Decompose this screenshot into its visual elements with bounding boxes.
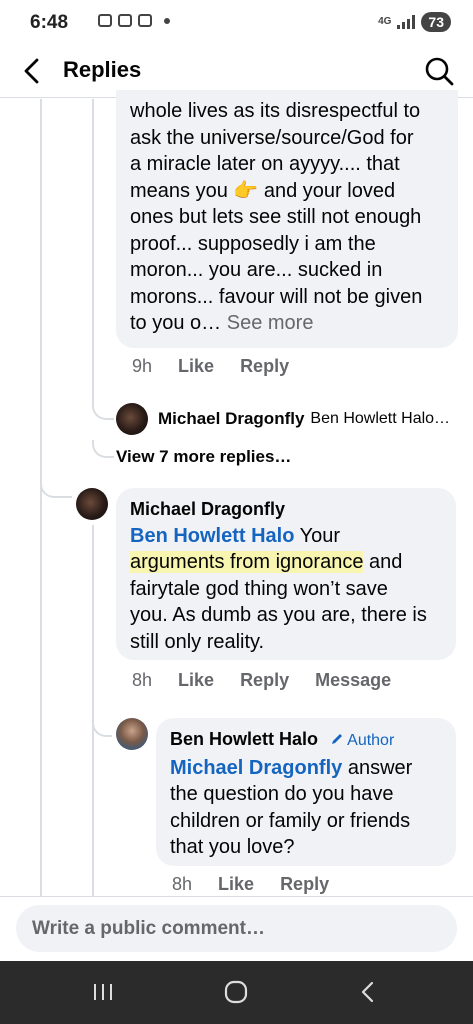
like-button[interactable]: Like [178, 670, 214, 691]
avatar[interactable] [116, 718, 148, 750]
notification-icons [98, 14, 170, 27]
emoji: 👉 [233, 179, 259, 202]
comment-line: moron... you are... sucked in [130, 259, 383, 281]
comment-author[interactable]: Michael Dragonfly [130, 497, 285, 521]
comment-actions: 9h Like Reply [132, 356, 289, 377]
comment-line: to you o… See more [130, 312, 314, 334]
message-button[interactable]: Message [315, 670, 391, 691]
comment-line: Ben Howlett Halo Your [130, 524, 341, 547]
comment-time: 8h [172, 874, 193, 894]
comment-line: fairytale god thing won’t save [130, 577, 388, 600]
comment-line: that you love? [170, 836, 295, 858]
comment-line: whole lives as its disrespectful to [130, 100, 421, 122]
thread-connector [92, 440, 114, 458]
battery-indicator: 73 [421, 12, 451, 32]
comment-line: the question do you have [170, 783, 394, 805]
comment-time: 9h [132, 356, 153, 376]
page-title: Replies [63, 57, 142, 82]
mention-link[interactable]: Michael Dragonfly [170, 757, 342, 779]
screenshot-icon [98, 14, 112, 27]
status-bar: 6:48 4G 73 [0, 0, 473, 46]
comment-line: children or family or friends [170, 809, 411, 832]
reply-preview[interactable]: Michael Dragonfly Ben Howlett Halo… [116, 403, 450, 435]
like-button[interactable]: Like [218, 874, 254, 895]
more-dot-icon [164, 17, 170, 24]
comment-line: proof... supposedly i am the [130, 232, 376, 255]
comment-line: arguments from ignorance and [130, 551, 403, 573]
thread-line [40, 99, 42, 896]
comment-line: you. As dumb as you are, there is [130, 604, 427, 626]
comment-line: means you 👉 and your loved [130, 179, 396, 202]
comment-input[interactable] [16, 905, 457, 952]
author-badge: Author [330, 732, 394, 749]
reply-snippet: Ben Howlett Halo… [310, 410, 451, 427]
status-time: 6:48 [30, 12, 69, 33]
like-button[interactable]: Like [178, 356, 214, 377]
avatar[interactable] [116, 403, 148, 435]
comment-actions: 8h Like Reply Message [132, 670, 391, 691]
comment-line: Michael Dragonfly answer [170, 756, 413, 779]
comment-actions: 8h Like Reply [172, 874, 329, 895]
pencil-icon [331, 734, 342, 744]
recents-icon[interactable] [88, 977, 118, 1007]
network-type: 4G [378, 16, 392, 27]
comment-header: Ben Howlett Halo Author [170, 726, 442, 755]
reply-button[interactable]: Reply [240, 356, 289, 377]
signal-icon [397, 15, 416, 29]
comment-line: ask the universe/source/God for [130, 126, 414, 149]
back-arrow-icon[interactable] [18, 56, 48, 86]
mention-link[interactable]: Ben Howlett Halo [130, 525, 294, 547]
comment-line: ones but lets see still not enough [130, 206, 422, 228]
reply-author[interactable]: Michael Dragonfly [158, 409, 304, 429]
search-icon[interactable] [423, 55, 455, 87]
comment-composer [0, 896, 473, 961]
thread-line [92, 99, 94, 403]
comment-line: a miracle later on ayyyy.... that [130, 153, 400, 175]
gallery-icon [118, 14, 132, 27]
system-icons: 4G 73 [378, 12, 451, 32]
thread-connector [92, 715, 112, 737]
comment-bubble[interactable]: Ben Howlett Halo Author Michael Dragonfl… [156, 718, 456, 866]
avatar[interactable] [76, 488, 108, 520]
comment-line: still only reality. [130, 630, 265, 653]
system-nav-bar [0, 961, 473, 1024]
comment-time: 8h [132, 670, 153, 690]
comment-bubble[interactable]: whole lives as its disrespectful to ask … [116, 90, 458, 348]
comment-bubble[interactable]: Michael Dragonfly Ben Howlett Halo Your … [116, 488, 456, 660]
thread-connector [40, 478, 72, 498]
see-more-link[interactable]: See more [227, 312, 314, 334]
reply-button[interactable]: Reply [240, 670, 289, 691]
thread-line [92, 525, 94, 896]
comment-text: whole lives as its disrespectful to ask … [130, 98, 444, 337]
highlighted-text: arguments from ignorance [130, 551, 364, 573]
reply-button[interactable]: Reply [280, 874, 329, 895]
mail-icon [138, 14, 152, 27]
comment-author[interactable]: Ben Howlett Halo [170, 727, 318, 751]
home-icon[interactable] [221, 977, 251, 1007]
thread-connector [92, 400, 114, 420]
comment-line: morons... favour will not be given [130, 285, 423, 308]
back-nav-icon[interactable] [354, 977, 384, 1007]
view-more-replies-link[interactable]: View 7 more replies… [116, 447, 291, 467]
